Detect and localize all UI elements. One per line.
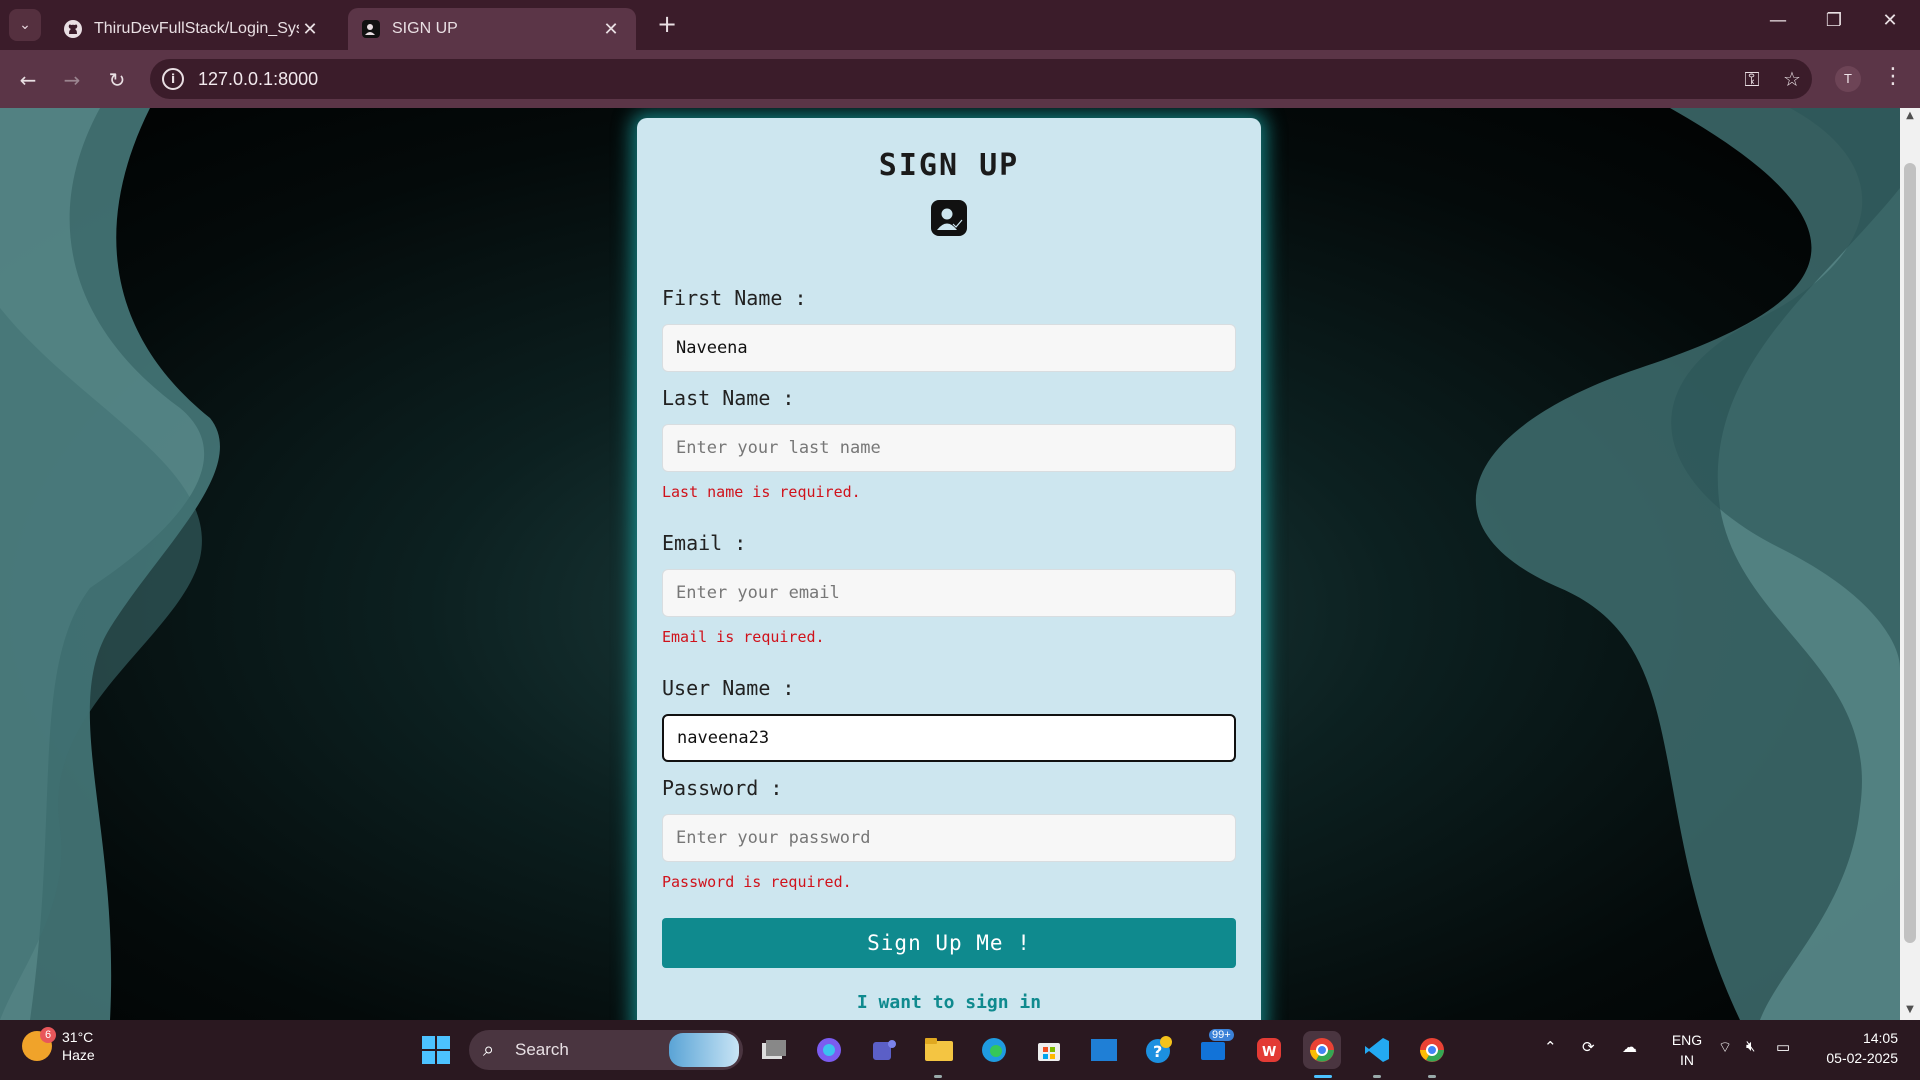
mail-badge: 99+ — [1209, 1029, 1234, 1041]
windows-start-icon[interactable] — [421, 1035, 451, 1065]
last-name-error: Last name is required. — [662, 483, 861, 501]
show-hidden-icons[interactable]: ⌃ — [1544, 1038, 1557, 1056]
search-label: Search — [515, 1040, 569, 1059]
scroll-up-icon[interactable]: ▲ — [1900, 110, 1920, 121]
store-icon[interactable] — [1030, 1031, 1068, 1069]
last-name-input[interactable] — [662, 424, 1236, 472]
copilot-icon[interactable] — [810, 1031, 848, 1069]
taskbar: 6 31°C Haze ⌕ Search ? 99+ W ⌃ ⟳ ☁ ENG I… — [0, 1020, 1920, 1080]
tab-sign-up[interactable]: SIGN UP ✕ — [348, 8, 636, 50]
page-title: SIGN UP — [878, 148, 1020, 183]
scrollbar-thumb[interactable] — [1904, 163, 1916, 943]
language-line1: ENG — [1671, 1032, 1703, 1048]
teams-icon[interactable] — [865, 1031, 903, 1069]
running-indicator — [934, 1075, 942, 1078]
page-scrollbar[interactable]: ▲ ▼ — [1900, 108, 1920, 1020]
tab-title: ThiruDevFullStack/Login_System — [94, 20, 299, 37]
running-indicator — [1373, 1075, 1381, 1078]
running-indicator — [1428, 1075, 1436, 1078]
back-icon[interactable]: ← — [14, 66, 42, 94]
mail-icon[interactable]: 99+ — [1195, 1029, 1234, 1069]
github-icon — [62, 18, 84, 40]
new-tab-button[interactable]: + — [652, 10, 682, 38]
tab-strip: ⌄ ThiruDevFullStack/Login_System ✕ SIGN … — [0, 0, 1920, 50]
star-icon[interactable]: ☆ — [1772, 67, 1812, 91]
profile-avatar[interactable]: T — [1835, 66, 1861, 92]
page-viewport: SIGN UP First Name : Last Name : Last na… — [0, 108, 1900, 1020]
weather-icon: 6 — [22, 1027, 56, 1061]
address-bar[interactable]: i 127.0.0.1:8000 ⚿ ☆ — [150, 59, 1812, 99]
close-window-icon[interactable]: ✕ — [1870, 10, 1910, 31]
chrome-profile-icon[interactable] — [1413, 1031, 1451, 1069]
close-icon[interactable]: ✕ — [600, 19, 622, 40]
restore-icon[interactable]: ❐ — [1814, 10, 1854, 31]
close-icon[interactable]: ✕ — [299, 19, 321, 40]
task-view-icon[interactable] — [755, 1031, 793, 1069]
system-clock[interactable]: 14:05 05-02-2025 — [1808, 1028, 1898, 1068]
svg-text:W: W — [1262, 1045, 1276, 1060]
tab-github[interactable]: ThiruDevFullStack/Login_System ✕ — [50, 8, 335, 50]
menu-icon[interactable]: ⋮ — [1878, 64, 1908, 89]
site-info-icon[interactable]: i — [162, 68, 184, 90]
help-icon[interactable]: ? — [1140, 1031, 1178, 1069]
tab-search-button[interactable]: ⌄ — [9, 9, 41, 41]
clock-time: 14:05 — [1862, 1030, 1898, 1046]
onedrive-icon[interactable]: ☁ — [1622, 1038, 1637, 1056]
key-icon[interactable]: ⚿ — [1732, 67, 1772, 91]
username-input[interactable] — [662, 714, 1236, 762]
file-explorer-icon[interactable] — [920, 1031, 958, 1069]
active-indicator — [1314, 1075, 1332, 1078]
forward-icon[interactable]: → — [58, 66, 86, 94]
search-icon: ⌕ — [483, 1038, 495, 1061]
volume-muted-icon[interactable]: 🔇︎ — [1746, 1038, 1755, 1055]
language-indicator[interactable]: ENG IN — [1665, 1030, 1709, 1070]
search-highlight-image — [669, 1033, 739, 1067]
weather-badge: 6 — [40, 1027, 56, 1043]
vscode-icon[interactable] — [1358, 1031, 1396, 1069]
chevron-down-icon: ⌄ — [19, 17, 31, 33]
user-check-icon — [931, 200, 967, 236]
tab-title: SIGN UP — [392, 20, 458, 37]
password-label: Password : — [662, 776, 783, 800]
password-error: Password is required. — [662, 873, 852, 891]
svg-text:?: ? — [1153, 1042, 1162, 1061]
user-check-icon — [360, 18, 382, 40]
taskbar-search[interactable]: ⌕ Search — [469, 1030, 743, 1070]
browser-toolbar: ← → ↻ i 127.0.0.1:8000 ⚿ ☆ T ⋮ — [0, 50, 1920, 108]
weather-condition: Haze — [62, 1047, 95, 1063]
minimize-icon[interactable]: — — [1758, 10, 1798, 31]
sync-icon[interactable]: ⟳ — [1582, 1038, 1595, 1056]
chrome-icon[interactable] — [1303, 1031, 1341, 1069]
username-label: User Name : — [662, 676, 795, 700]
wifi-icon[interactable]: ⌔ — [1718, 1038, 1732, 1057]
edge-icon[interactable] — [975, 1031, 1013, 1069]
myhp-icon[interactable] — [1085, 1031, 1123, 1069]
signup-card: SIGN UP First Name : Last Name : Last na… — [637, 118, 1261, 1020]
scroll-down-icon[interactable]: ▼ — [1900, 1004, 1920, 1015]
weather-widget[interactable]: 6 31°C Haze — [22, 1027, 95, 1064]
first-name-label: First Name : — [662, 286, 807, 310]
last-name-label: Last Name : — [662, 386, 795, 410]
weather-temp: 31°C — [62, 1029, 94, 1045]
first-name-input[interactable] — [662, 324, 1236, 372]
language-line2: IN — [1680, 1052, 1694, 1068]
reload-icon[interactable]: ↻ — [103, 66, 131, 94]
email-label: Email : — [662, 531, 747, 555]
sign-in-link[interactable]: I want to sign in — [637, 992, 1261, 1013]
sign-up-button[interactable]: Sign Up Me ! — [662, 918, 1236, 968]
clock-date: 05-02-2025 — [1826, 1050, 1898, 1066]
email-input[interactable] — [662, 569, 1236, 617]
wps-office-icon[interactable]: W — [1250, 1031, 1288, 1069]
url-text[interactable]: 127.0.0.1:8000 — [198, 69, 1732, 90]
password-input[interactable] — [662, 814, 1236, 862]
email-error: Email is required. — [662, 628, 825, 646]
battery-icon[interactable]: ▭ — [1776, 1038, 1790, 1056]
